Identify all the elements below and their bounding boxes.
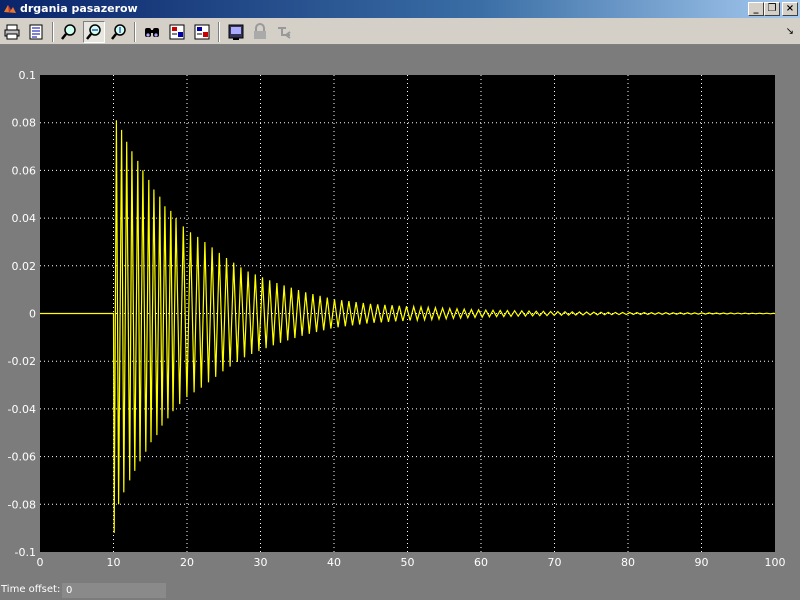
matlab-icon: [4, 5, 16, 13]
y-tick-label: -0.06: [8, 451, 36, 464]
y-tick-label: -0.08: [8, 498, 36, 511]
close-button[interactable]: ×: [782, 2, 798, 16]
dock-arrow-icon[interactable]: ↘: [786, 26, 794, 37]
parameters-button[interactable]: [25, 21, 47, 43]
y-tick-label: -0.02: [8, 355, 36, 368]
minimize-button[interactable]: _: [748, 2, 764, 16]
x-tick-label: 90: [695, 556, 709, 569]
toolbar: ↘: [0, 18, 800, 45]
x-tick-label: 70: [548, 556, 562, 569]
restore-button[interactable]: ❐: [764, 2, 780, 16]
y-tick-label: 0: [29, 308, 36, 321]
y-tick-label: 0.04: [12, 212, 37, 225]
float-scope-icon: [228, 24, 244, 40]
y-tick-label: -0.04: [8, 403, 36, 416]
signal-selection-button[interactable]: [274, 21, 296, 43]
zoom-button[interactable]: [58, 21, 80, 43]
time-offset-label: Time offset:: [1, 584, 61, 595]
plot-area: 0 10 20 30 40 50 60 70 80 90 100 -0.1 -0.08 -0.06 -0.…: [0, 46, 800, 582]
restore-icon: ❐: [767, 3, 777, 14]
restore-axes-icon: [194, 24, 210, 40]
x-tick-label: 50: [401, 556, 415, 569]
title-bar: drgania pasazerow _ ❐ ×: [0, 0, 800, 18]
restore-axes-button[interactable]: [191, 21, 213, 43]
scope-plot: 0 10 20 30 40 50 60 70 80 90 100 -0.1-0.08-0.06-0.…: [8, 69, 786, 569]
y-tick-label: 0.02: [12, 260, 37, 273]
zoom-icon: [61, 24, 76, 40]
x-tick-label: 60: [474, 556, 488, 569]
x-tick-label: 80: [621, 556, 635, 569]
x-tick-label: 10: [107, 556, 121, 569]
save-axes-button[interactable]: [166, 21, 188, 43]
window-title: drgania pasazerow: [20, 2, 138, 15]
zoom-x-icon: [86, 24, 101, 40]
zoom-x-button[interactable]: [83, 21, 105, 43]
x-tick-label: 100: [765, 556, 786, 569]
toolbar-separator: [218, 22, 220, 42]
lock-axes-button[interactable]: [249, 21, 271, 43]
print-icon: [4, 24, 20, 40]
x-tick-label: 40: [327, 556, 341, 569]
lock-axes-icon: [254, 23, 266, 39]
parameters-icon: [29, 24, 43, 40]
signal-selection-icon: [278, 27, 291, 39]
time-offset-value: 0: [62, 583, 166, 598]
float-scope-button[interactable]: [225, 21, 247, 43]
zoom-y-button[interactable]: [108, 21, 130, 43]
y-axis-ticks: -0.1 -0.08 -0.06 -0.04 -0.02 0 0.02 0.04 0.06 0.0…: [8, 69, 36, 559]
minimize-icon: _: [753, 3, 759, 14]
toolbar-separator: [52, 22, 54, 42]
status-bar: Time offset: 0: [0, 582, 800, 600]
close-icon: ×: [785, 3, 795, 14]
autoscale-button[interactable]: [141, 21, 163, 43]
print-button[interactable]: [1, 21, 23, 43]
x-tick-label: 20: [180, 556, 194, 569]
y-tick-label: 0.06: [12, 164, 37, 177]
autoscale-icon: [145, 28, 159, 37]
toolbar-separator: [134, 22, 136, 42]
zoom-y-icon: [111, 24, 126, 40]
x-axis-ticks: 0 10 20 30 40 50 60 70 80 90 100: [37, 556, 786, 569]
y-tick-label: -0.1: [15, 546, 36, 559]
y-tick-label: 0.1: [19, 69, 37, 82]
y-tick-label: 0.08: [12, 117, 37, 130]
save-axes-icon: [169, 24, 185, 40]
x-tick-label: 30: [254, 556, 268, 569]
x-tick-label: 0: [37, 556, 44, 569]
